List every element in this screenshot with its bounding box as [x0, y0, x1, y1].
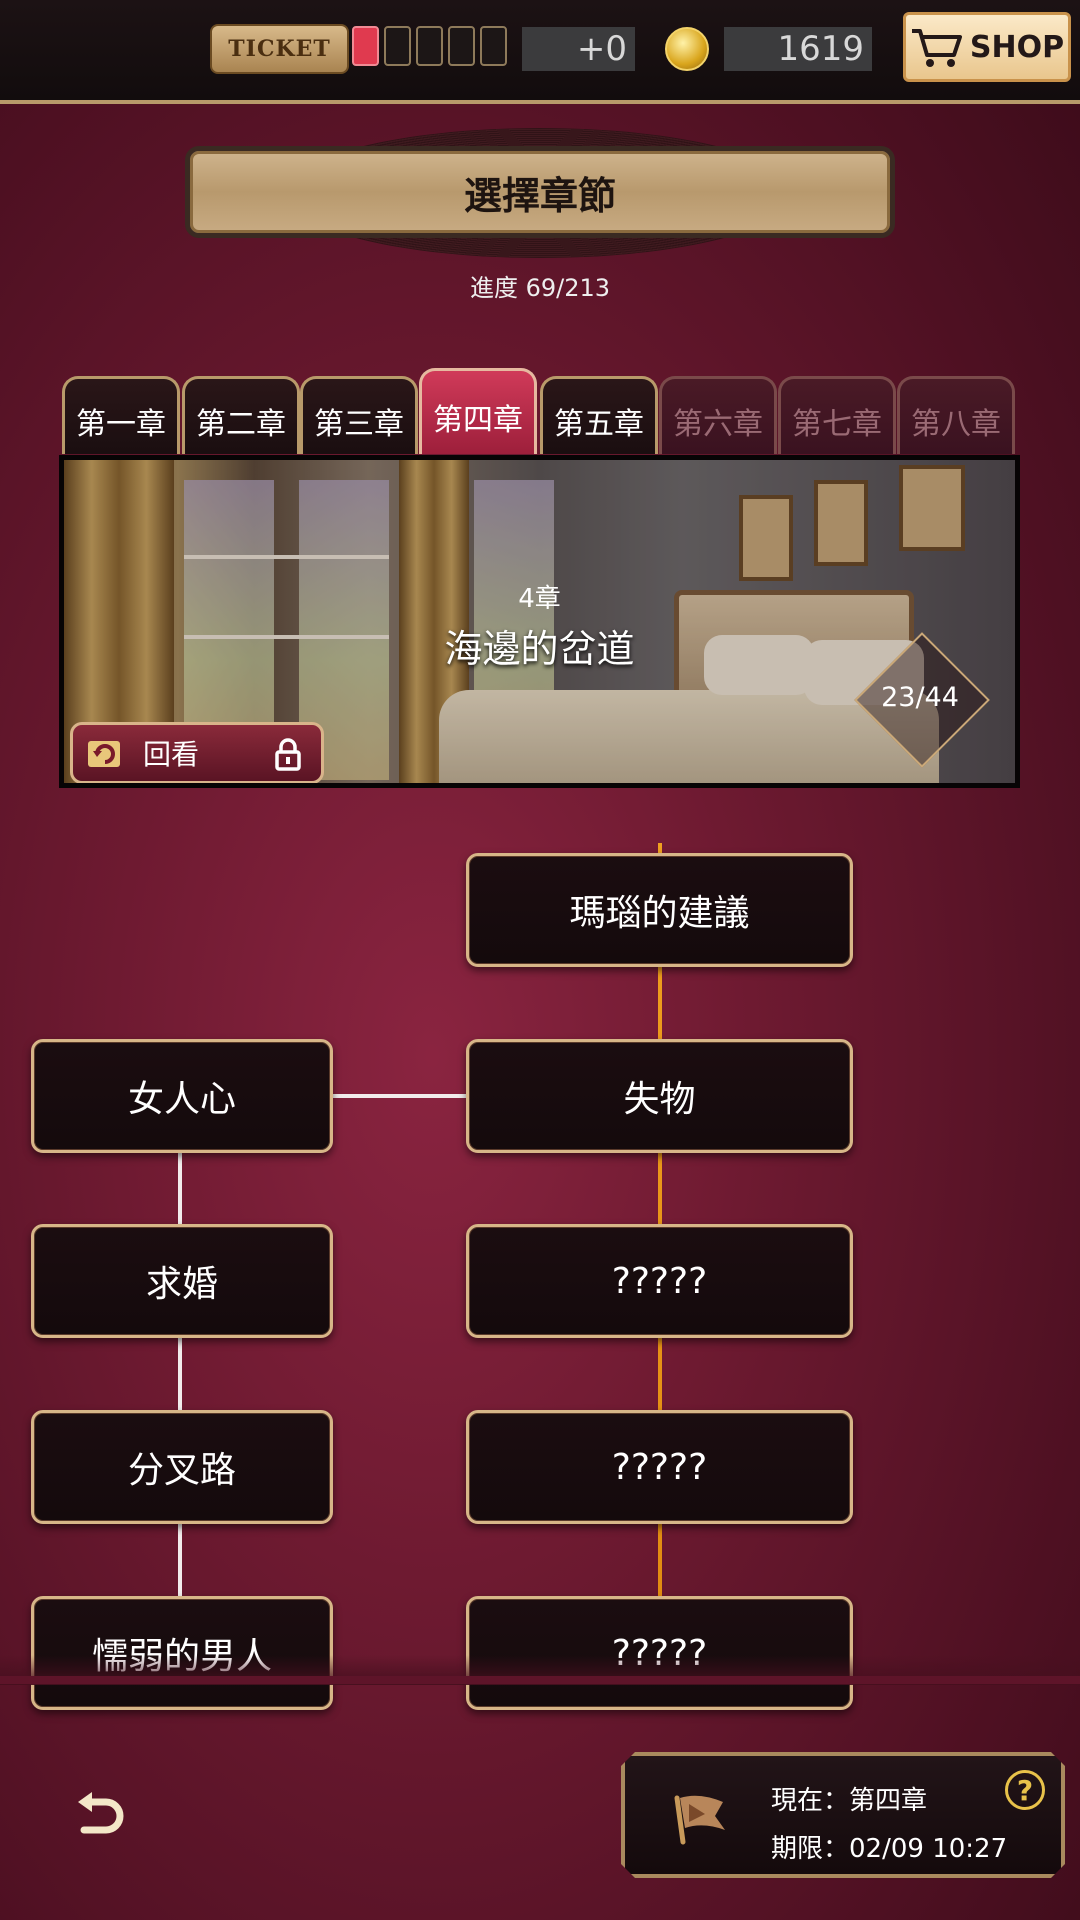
ticket-slot-empty — [384, 26, 411, 66]
ticket-slot-filled — [352, 26, 379, 66]
back-arrow-icon[interactable] — [70, 1788, 130, 1844]
story-node-left-2[interactable]: 求婚 — [31, 1224, 333, 1338]
tab-chapter-3[interactable]: 第三章 — [300, 376, 418, 454]
ticket-slot-empty — [480, 26, 507, 66]
cart-icon — [911, 29, 962, 67]
ticket-bonus-counter: +0 — [522, 27, 635, 71]
page-title: 選擇章節 — [185, 146, 895, 238]
story-node-right-5[interactable]: ????? — [466, 1596, 853, 1710]
chapter-progress: 23/44 — [881, 682, 959, 713]
tab-chapter-2[interactable]: 第二章 — [182, 376, 300, 454]
coin-counter: 1619 — [724, 27, 872, 71]
story-node-right-2[interactable]: 失物 — [466, 1039, 853, 1153]
tab-chapter-1[interactable]: 第一章 — [62, 376, 180, 454]
replay-button[interactable]: 回看 — [70, 722, 324, 783]
coin-icon — [665, 27, 709, 71]
top-bar: TICKET +0 1619 SHOP — [0, 0, 1080, 104]
help-icon[interactable]: ? — [1005, 1770, 1045, 1810]
tab-chapter-5[interactable]: 第五章 — [540, 376, 658, 454]
ticket-slot-empty — [416, 26, 443, 66]
shop-label: SHOP — [969, 29, 1065, 65]
story-node-right-1[interactable]: 瑪瑙的建議 — [466, 853, 853, 967]
title-banner: 選擇章節 — [185, 128, 895, 268]
tab-chapter-4[interactable]: 第四章 — [419, 368, 537, 454]
tab-chapter-8[interactable]: 第八章 — [897, 376, 1015, 454]
chapter-number: 4章 — [518, 584, 561, 614]
ticket-icon[interactable]: TICKET — [210, 24, 349, 74]
lock-icon — [275, 738, 301, 771]
replay-label: 回看 — [143, 738, 200, 771]
story-node-right-3[interactable]: ????? — [466, 1224, 853, 1338]
replay-icon — [88, 741, 120, 767]
deadline-text: 期限：02/09 10:27 — [771, 1834, 1008, 1864]
tab-chapter-6[interactable]: 第六章 — [659, 376, 777, 454]
ticket-slots — [352, 26, 507, 66]
ticket-slot-empty — [448, 26, 475, 66]
shop-button[interactable]: SHOP — [903, 12, 1071, 82]
current-chapter-text: 現在：第四章 — [771, 1786, 928, 1816]
chapter-banner[interactable]: 4章 海邊的岔道 23/44 回看 — [59, 455, 1020, 788]
scroll-edge — [0, 1676, 1080, 1684]
story-node-left-1[interactable]: 女人心 — [31, 1039, 333, 1153]
chapter-status-panel: 現在：第四章 期限：02/09 10:27 ? — [621, 1752, 1065, 1878]
chapter-name: 海邊的岔道 — [444, 627, 635, 671]
story-node-left-4[interactable]: 懦弱的男人 — [31, 1596, 333, 1710]
ticket-label: TICKET — [228, 36, 331, 62]
story-node-right-4[interactable]: ????? — [466, 1410, 853, 1524]
flag-icon — [671, 1790, 731, 1846]
route-line-branch-connector — [333, 1094, 466, 1098]
overall-progress: 進度 69/213 — [469, 274, 611, 302]
story-node-left-3[interactable]: 分叉路 — [31, 1410, 333, 1524]
tab-chapter-7[interactable]: 第七章 — [778, 376, 896, 454]
